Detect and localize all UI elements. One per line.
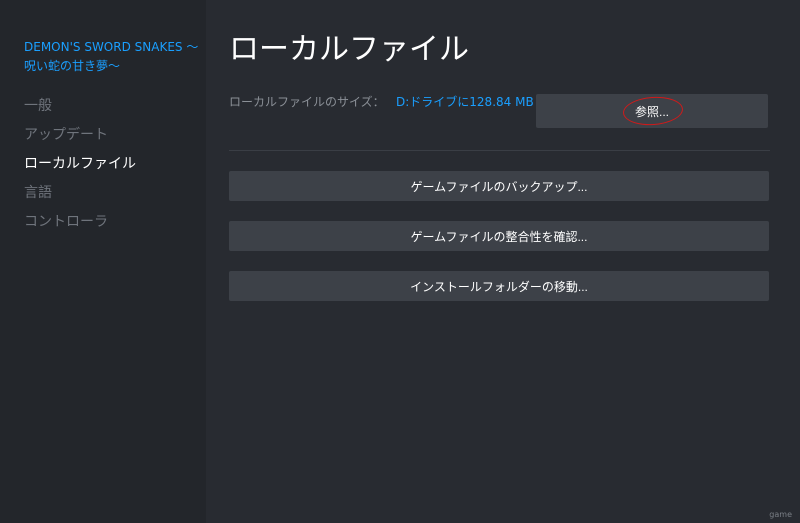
move-install-folder-button[interactable]: インストールフォルダーの移動...	[229, 271, 769, 301]
game-title: DEMON'S SWORD SNAKES 〜呪い蛇の甘き夢〜	[24, 40, 199, 73]
size-label: ローカルファイルのサイズ：	[229, 95, 385, 109]
verify-game-files-button[interactable]: ゲームファイルの整合性を確認...	[229, 221, 769, 251]
sidebar: DEMON'S SWORD SNAKES 〜呪い蛇の甘き夢〜 一般 アップデート…	[0, 0, 206, 523]
size-value: D:ドライブに128.84 MB	[396, 95, 534, 109]
local-files-size-row: ローカルファイルのサイズ： D:ドライブに128.84 MB 参照...	[229, 92, 770, 136]
sidebar-item-language[interactable]: 言語	[24, 179, 206, 208]
main-panel: ローカルファイル ローカルファイルのサイズ： D:ドライブに128.84 MB …	[206, 0, 800, 523]
sidebar-item-general[interactable]: 一般	[24, 92, 206, 121]
page-title: ローカルファイル	[229, 32, 469, 67]
properties-window: DEMON'S SWORD SNAKES 〜呪い蛇の甘き夢〜 一般 アップデート…	[0, 0, 800, 523]
divider	[229, 150, 770, 151]
sidebar-item-updates[interactable]: アップデート	[24, 121, 206, 150]
sidebar-item-local-files[interactable]: ローカルファイル	[24, 150, 206, 179]
backup-game-files-button[interactable]: ゲームファイルのバックアップ...	[229, 171, 769, 201]
watermark: game	[769, 510, 792, 519]
annotation-circle	[622, 94, 684, 128]
sidebar-item-controller[interactable]: コントローラ	[24, 208, 206, 237]
browse-button[interactable]: 参照...	[536, 94, 768, 128]
